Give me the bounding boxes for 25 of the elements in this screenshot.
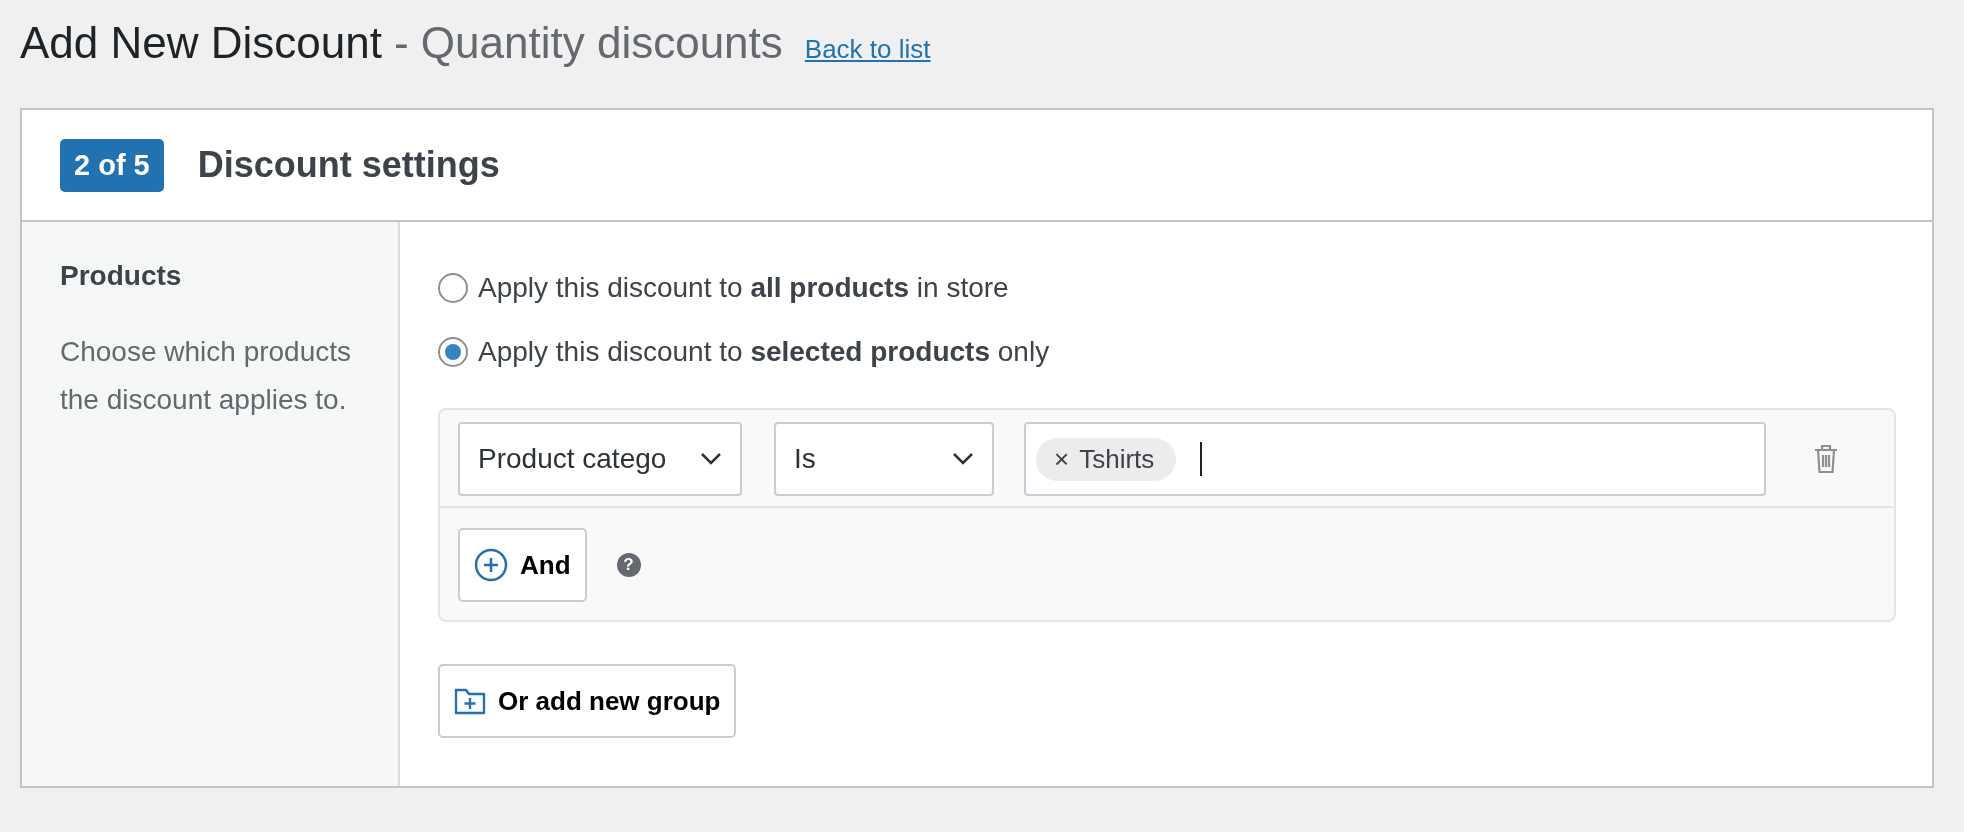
page-title: Add New Discount: [20, 18, 382, 68]
and-button[interactable]: And: [458, 528, 587, 602]
page-subtitle: - Quantity discounts: [393, 18, 783, 68]
chevron-down-icon: [700, 452, 722, 466]
remove-tag-button[interactable]: ×: [1054, 443, 1070, 475]
plus-circle-icon: [474, 548, 508, 582]
back-link[interactable]: Back to list: [804, 34, 931, 65]
text-cursor: [1200, 442, 1203, 476]
radio-button[interactable]: [438, 273, 468, 303]
section-description: Choose which products the discount applies to.: [60, 335, 353, 417]
radio-label: Apply this discount to selected products only: [478, 336, 1050, 368]
field-select[interactable]: Product catego: [458, 422, 742, 496]
help-icon[interactable]: ?: [616, 553, 641, 577]
chevron-down-icon: [952, 452, 974, 466]
radio-button[interactable]: [438, 337, 468, 367]
folder-plus-icon: [454, 687, 486, 715]
tag-label: Tshirts: [1079, 443, 1155, 475]
step-badge: 2 of 5: [60, 138, 164, 192]
section-heading: Products: [60, 260, 183, 292]
radio-label: Apply this discount to all products in store: [478, 272, 1009, 304]
operator-select[interactable]: Is: [774, 422, 994, 496]
add-group-button[interactable]: Or add new group: [438, 664, 737, 738]
trash-icon[interactable]: [1814, 444, 1838, 474]
tag-input-field[interactable]: × Tshirts: [1024, 422, 1766, 496]
card-title: Discount settings: [197, 144, 500, 186]
